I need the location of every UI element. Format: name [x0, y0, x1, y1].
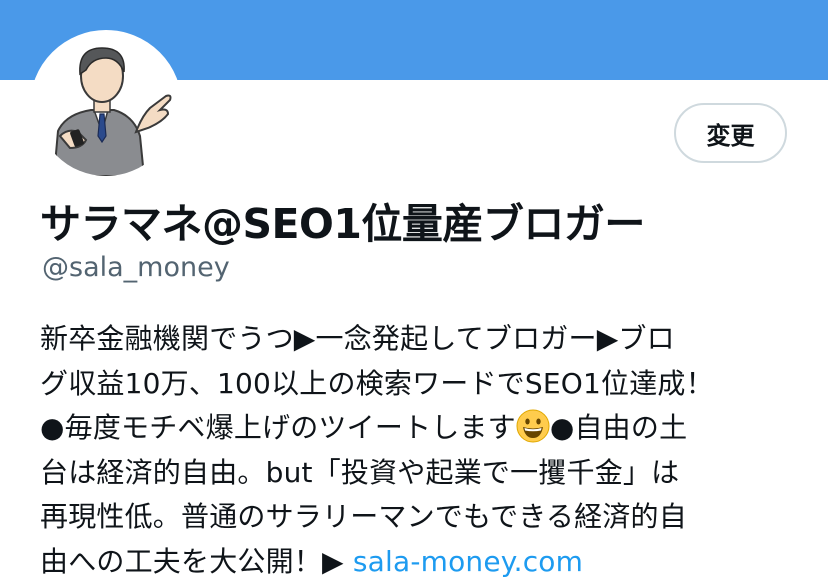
- profile-bio: 新卒金融機関でうつ▶︎一念発起してブロガー▶︎ブロ グ収益10万、100以上の検…: [40, 317, 800, 585]
- profile-display-name: サラマネ@SEO1位量産ブロガー: [40, 200, 645, 248]
- avatar-illustration: [36, 36, 176, 176]
- bio-text: 由への工夫を大公開！▶︎: [40, 544, 353, 578]
- bio-line: 再現性低。普通のサラリーマンでもできる経済的自: [40, 500, 687, 534]
- bio-line: 台は経済的自由。but「投資や起業で一攫千金」は: [40, 455, 680, 489]
- bio-line: ●毎度モチベ爆上げのツイートします ●自由の土: [40, 406, 800, 451]
- grinning-face-icon: [516, 409, 550, 443]
- bio-line: グ収益10万、100以上の検索ワードでSEO1位達成！: [40, 366, 714, 400]
- profile-avatar[interactable]: [30, 30, 182, 182]
- bio-website-link[interactable]: sala-money.com: [353, 545, 583, 578]
- bio-text: ●毎度モチベ爆上げのツイートします: [40, 411, 516, 445]
- profile-handle: @sala_money: [42, 252, 230, 283]
- bio-text: ●自由の土: [549, 411, 688, 445]
- bio-line: 新卒金融機関でうつ▶︎一念発起してブロガー▶︎ブロ: [40, 322, 675, 355]
- bio-line: 由への工夫を大公開！▶︎ sala-money.com: [40, 540, 800, 585]
- edit-profile-button[interactable]: 変更: [674, 103, 787, 163]
